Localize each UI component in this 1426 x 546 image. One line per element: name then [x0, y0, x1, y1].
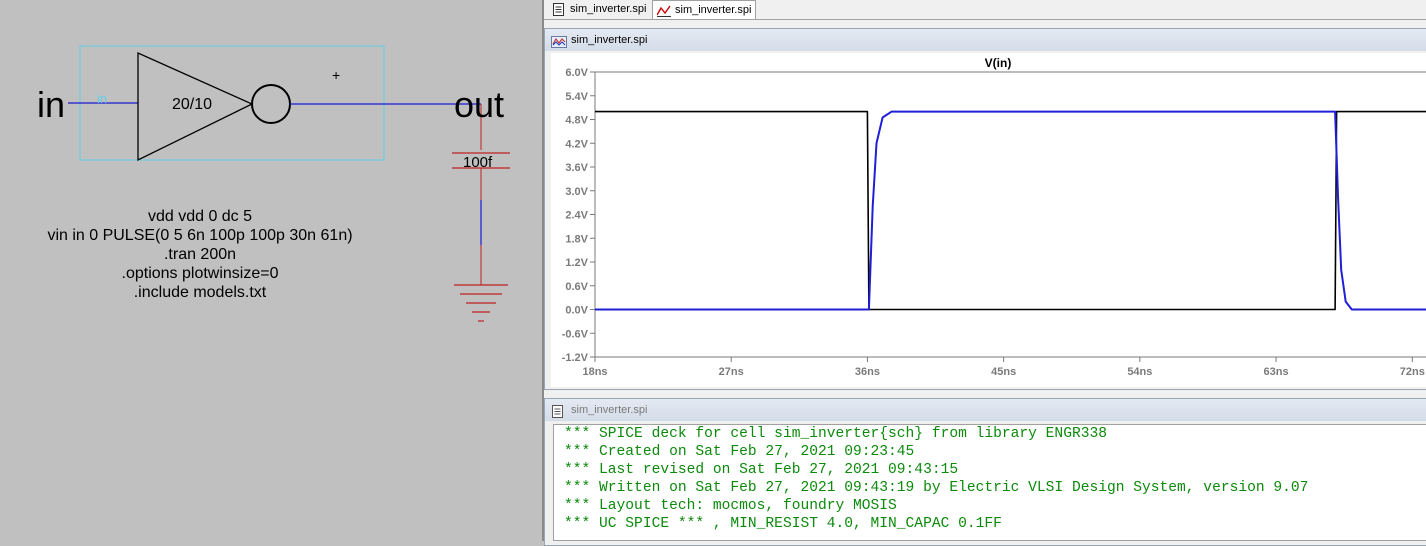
- deck-line: vdd vdd 0 dc 5: [147, 208, 253, 225]
- y-tick-label: 3.0V: [565, 186, 588, 198]
- tab-label: sim_inverter.spi: [675, 4, 752, 16]
- y-axis: 6.0V 5.4V 4.8V 4.2V 3.6V 3.0V 2.4V 1.8V 1.2V 0.6V…: [562, 67, 595, 364]
- tab-waveform[interactable]: sim_inverter.spi: [652, 0, 756, 19]
- netlist-window[interactable]: sim_inverter.spi *** SPICE deck for cell…: [544, 398, 1426, 546]
- deck-line: .include models.txt: [133, 284, 267, 301]
- netlist-window-titlebar[interactable]: sim_inverter.spi: [545, 399, 1426, 421]
- ltspice-pane: sim_inverter.spi sim_inverter.spi sim_in…: [544, 0, 1426, 546]
- x-tick-label: 63ns: [1264, 366, 1289, 378]
- y-tick-label: -0.6V: [562, 328, 589, 340]
- x-tick-label: 36ns: [855, 366, 880, 378]
- netlist-line: *** Last revised on Sat Feb 27, 2021 09:…: [564, 462, 959, 478]
- y-tick-label: 0.6V: [565, 281, 588, 293]
- deck-line: .tran 200n: [163, 246, 237, 263]
- y-tick-label: 4.2V: [565, 138, 588, 150]
- y-tick-label: 1.8V: [565, 233, 588, 245]
- netlist-line: *** UC SPICE *** , MIN_RESIST 4.0, MIN_C…: [564, 516, 1002, 532]
- plot-title: V(in): [985, 56, 1012, 70]
- tab-bar: sim_inverter.spi sim_inverter.spi: [544, 0, 1426, 20]
- netlist-line: *** Written on Sat Feb 27, 2021 09:43:19…: [564, 480, 1309, 496]
- waveform-window[interactable]: sim_inverter.spi V(in) 6.0V 5.4V 4.8V 4.2V 3…: [544, 28, 1426, 390]
- inverter-bubble: [251, 84, 291, 124]
- y-tick-label: 6.0V: [565, 67, 588, 79]
- tab-label: sim_inverter.spi: [570, 3, 647, 15]
- port-label-in: in: [97, 91, 107, 106]
- y-tick-label: -1.2V: [562, 352, 589, 364]
- deck-line: vin in 0 PULSE(0 5 6n 100p 100p 30n 61n): [47, 227, 353, 244]
- deck-line: .options plotwinsize=0: [121, 265, 279, 282]
- plus-marker: +: [332, 67, 340, 83]
- x-tick-label: 18ns: [582, 366, 607, 378]
- plot-frame: [594, 71, 1426, 358]
- netlist-text-area[interactable]: *** SPICE deck for cell sim_inverter{sch…: [553, 424, 1426, 541]
- x-tick-label: 72ns: [1400, 366, 1425, 378]
- y-tick-label: 0.0V: [565, 305, 588, 317]
- net-label-out[interactable]: out: [454, 84, 504, 125]
- document-icon: [552, 3, 565, 23]
- y-tick-label: 5.4V: [565, 91, 588, 103]
- capacitor-value-label: 100f: [463, 154, 493, 171]
- netlist-line: *** Layout tech: mocmos, foundry MOSIS: [564, 498, 897, 514]
- waveform-plot[interactable]: V(in) 6.0V 5.4V 4.8V 4.2V 3.6V 3.0V 2.4V 1.8V 1.…: [545, 29, 1426, 391]
- net-label-in[interactable]: in: [37, 84, 65, 125]
- waveform-icon: [656, 4, 671, 24]
- x-axis: 18ns 27ns 36ns 45ns 54ns 63ns 72ns: [582, 357, 1425, 378]
- netlist-line: *** Created on Sat Feb 27, 2021 09:23:45: [564, 444, 915, 460]
- x-tick-label: 54ns: [1127, 366, 1152, 378]
- y-tick-label: 4.8V: [565, 115, 588, 127]
- tab-netlist[interactable]: sim_inverter.spi: [548, 0, 652, 19]
- y-tick-label: 2.4V: [565, 210, 588, 222]
- netlist-window-title: sim_inverter.spi: [571, 404, 648, 416]
- y-tick-label: 1.2V: [565, 257, 588, 269]
- inverter-size-label: 20/10: [172, 96, 212, 113]
- netlist-line: *** SPICE deck for cell sim_inverter{sch…: [564, 426, 1107, 442]
- y-tick-label: 3.6V: [565, 162, 588, 174]
- x-tick-label: 27ns: [719, 366, 744, 378]
- document-icon: [551, 404, 564, 426]
- schematic-canvas[interactable]: in in 20/10 + out 100f vdd vdd 0 dc 5 vi…: [0, 0, 542, 541]
- x-tick-label: 45ns: [991, 366, 1016, 378]
